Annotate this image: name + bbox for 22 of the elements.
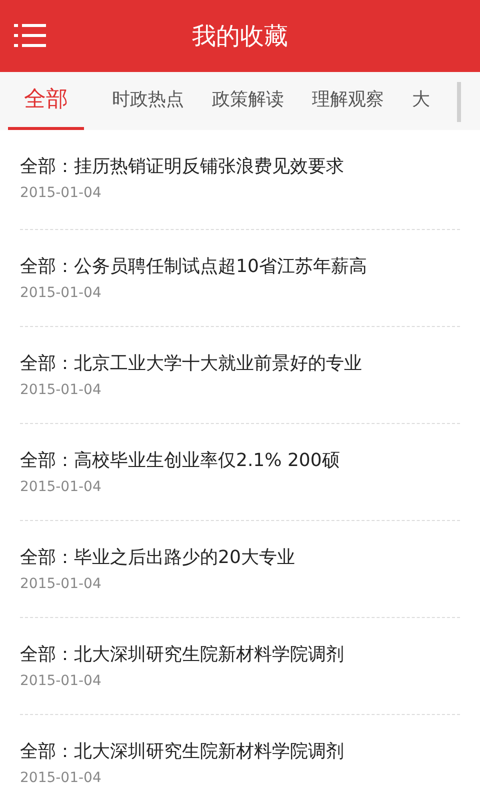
page-title: 我的收藏 [192, 21, 288, 52]
article-title[interactable]: 全部：挂历热销证明反铺张浪费见效要求 [20, 155, 460, 179]
article-title[interactable]: 全部：毕业之后出路少的20大专业 [20, 546, 460, 570]
article-date: 2015-01-04 [20, 184, 102, 202]
scroll-indicator [457, 82, 461, 122]
category-tab[interactable]: 理解观察 [312, 72, 384, 130]
category-tab[interactable]: 全部 [8, 72, 84, 130]
article-title[interactable]: 全部：北大深圳研究生院新材料学院调剂 [20, 740, 460, 764]
article-title[interactable]: 全部：公务员聘任制试点超10省江苏年薪高 [20, 255, 460, 279]
article-title[interactable]: 全部：北京工业大学十大就业前景好的专业 [20, 352, 460, 376]
article-date: 2015-01-04 [20, 284, 102, 302]
article-date: 2015-01-04 [20, 381, 102, 399]
article-date: 2015-01-04 [20, 769, 102, 787]
menu-icon[interactable] [14, 24, 46, 48]
category-tab[interactable]: 时政热点 [112, 72, 184, 130]
article-title[interactable]: 全部：北大深圳研究生院新材料学院调剂 [20, 643, 460, 667]
article-title[interactable]: 全部：高校毕业生创业率仅2.1% 200硕 [20, 449, 460, 473]
article-date: 2015-01-04 [20, 478, 102, 496]
category-tab[interactable]: 大 [412, 72, 430, 130]
article-date: 2015-01-04 [20, 672, 102, 690]
category-tab[interactable]: 政策解读 [212, 72, 284, 130]
article-date: 2015-01-04 [20, 575, 102, 593]
